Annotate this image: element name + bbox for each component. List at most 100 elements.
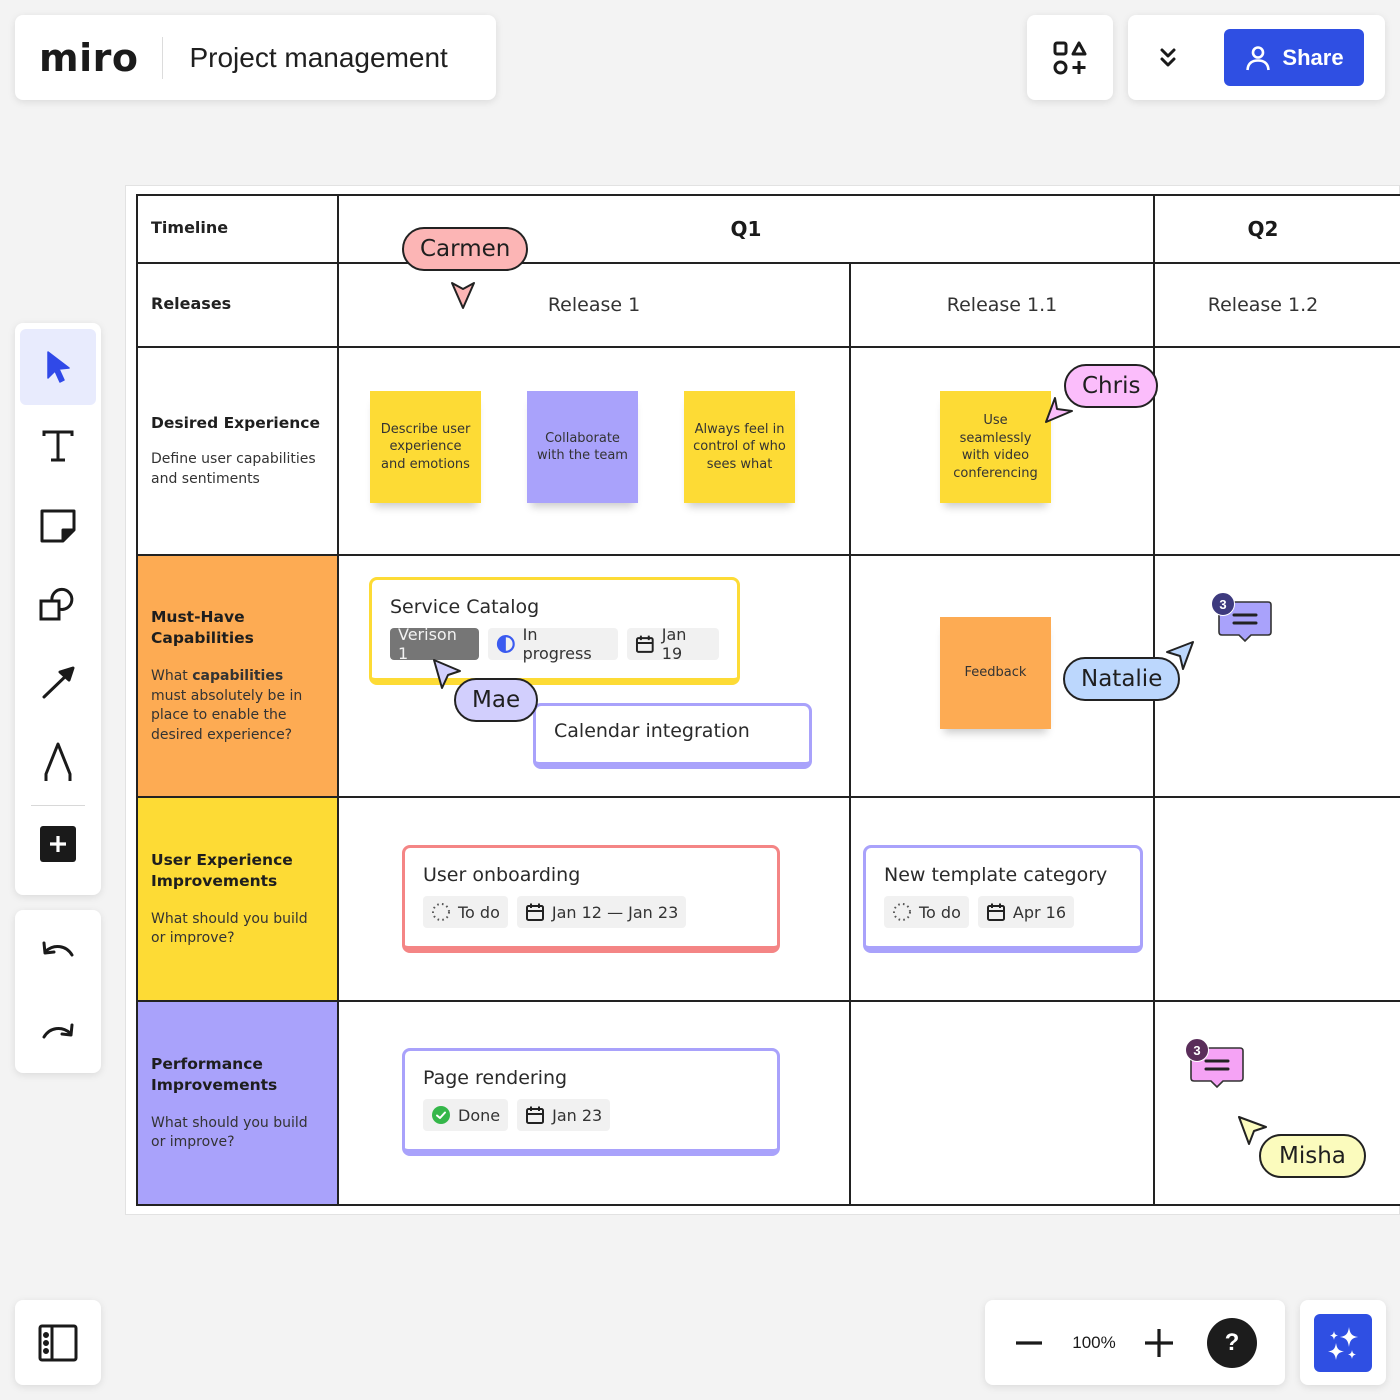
release-cell: Release 1 [337, 262, 851, 348]
help-button[interactable]: ? [1207, 1317, 1257, 1368]
comment-thread[interactable]: 3 [1182, 1038, 1246, 1096]
quarter-label: Q1 [730, 217, 762, 241]
undo-icon [42, 941, 74, 957]
cursor-icon [47, 351, 70, 383]
zoom-out-button[interactable] [1009, 1323, 1049, 1363]
row-title: User Experience Improvements [151, 850, 293, 890]
calendar-icon [636, 635, 654, 653]
collapse-toolbar-button[interactable] [1128, 15, 1208, 100]
card-service-catalog[interactable]: Service Catalog Verison 1 In progress Ja… [369, 577, 740, 685]
card-user-onboarding[interactable]: User onboarding To do Jan 12 — Jan 23 [402, 845, 780, 953]
ai-assistant-button[interactable] [1314, 1313, 1372, 1372]
release-label: Release 1.2 [1207, 294, 1319, 316]
zoom-controls: 100% ? [985, 1300, 1285, 1385]
todo-icon [893, 903, 911, 921]
status-label: In progress [522, 625, 592, 663]
row-header-must-have: Must-Have Capabilities What capabilities… [136, 554, 339, 798]
card-page-rendering[interactable]: Page rendering Done Jan 23 [402, 1048, 780, 1156]
board-title[interactable]: Project management [189, 42, 447, 74]
tool-arrow[interactable] [20, 645, 96, 721]
date-tag[interactable]: Jan 12 — Jan 23 [516, 896, 687, 928]
sticky-note[interactable]: Feedback [940, 617, 1051, 729]
in-progress-icon [496, 635, 515, 653]
redo-icon [42, 1023, 74, 1039]
miro-logo[interactable]: miro [39, 36, 138, 80]
date-tag[interactable]: Apr 16 [977, 896, 1074, 928]
zoom-in-button[interactable] [1139, 1323, 1179, 1363]
share-button[interactable]: Share [1224, 29, 1364, 86]
sticky-note[interactable]: Describe user experience and emotions [370, 391, 481, 503]
templates-button[interactable] [1027, 15, 1113, 100]
tool-more[interactable] [20, 814, 96, 874]
row-header-performance: Performance Improvements What should you… [136, 1000, 339, 1206]
comment-thread[interactable]: 3 [1210, 592, 1274, 650]
release-label: Release 1 [547, 294, 641, 316]
q2-header-cell: Q2 [1153, 194, 1400, 264]
row-header-desired-experience: Desired Experience Define user capabilit… [136, 346, 339, 556]
sticky-note-icon [40, 509, 76, 543]
date-label: Apr 16 [1012, 902, 1066, 922]
title-divider [162, 36, 164, 79]
board-title-panel: miro Project management [15, 15, 496, 100]
row-description: What should you build or improve? [151, 1114, 308, 1151]
row-description: Define user capabilities and sentiments [151, 451, 316, 487]
row-description: What should you build or improve? [151, 910, 308, 947]
double-chevron-down-icon [1160, 48, 1176, 66]
card-calendar-integration[interactable]: Calendar integration [533, 703, 812, 769]
grid-cell [1153, 796, 1400, 1002]
status-tag[interactable]: Done [423, 1099, 509, 1131]
grid-cell [1153, 554, 1400, 798]
undo-button[interactable] [20, 911, 96, 987]
comment-count-badge: 3 [1211, 592, 1235, 616]
calendar-icon [526, 1106, 545, 1124]
date-label: Jan 12 — Jan 23 [551, 902, 679, 922]
calendar-icon [986, 903, 1005, 921]
zoom-level[interactable]: 100% [1049, 1333, 1139, 1353]
sticky-note[interactable]: Always feel in control of who sees what [684, 391, 795, 503]
row-title: Desired Experience [151, 414, 320, 432]
comment-count-badge: 3 [1185, 1038, 1209, 1062]
release-cell: Release 1.2 [1153, 262, 1400, 348]
card-title: Calendar integration [554, 720, 750, 742]
minus-icon [1016, 1340, 1042, 1345]
release-cell: Release 1.1 [849, 262, 1155, 348]
toolbar-separator [31, 805, 85, 806]
collaborator-cursor-icon [1045, 397, 1073, 423]
card-title: Service Catalog [390, 596, 540, 618]
status-tag[interactable]: To do [423, 896, 508, 928]
sidebar-icon [38, 1324, 78, 1361]
tool-select[interactable] [20, 329, 96, 405]
date-tag[interactable]: Jan 23 [517, 1099, 611, 1131]
row-header-ux-improvements: User Experience Improvements What should… [136, 796, 339, 1002]
redo-button[interactable] [20, 993, 96, 1069]
tool-shapes[interactable] [20, 566, 96, 642]
sticky-note[interactable]: Collaborate with the team [527, 391, 638, 503]
quarter-label: Q2 [1247, 217, 1279, 241]
sparkles-icon [1328, 1326, 1358, 1360]
sticky-note[interactable]: Use seamlessly with video conferencing [940, 391, 1051, 503]
date-label: Jan 23 [552, 1105, 603, 1125]
version-tag[interactable]: Verison 1 [390, 625, 479, 663]
tool-sticky-note[interactable] [20, 487, 96, 563]
sidebar-toggle-button[interactable] [15, 1300, 101, 1385]
collaborator-name-carmen: Carmen [402, 227, 529, 271]
date-tag[interactable]: Jan 19 [627, 625, 719, 663]
tool-text[interactable] [20, 408, 96, 484]
status-tag[interactable]: In progress [487, 625, 619, 663]
pen-icon [44, 742, 72, 781]
status-tag[interactable]: To do [884, 896, 969, 928]
card-title: New template category [884, 864, 1108, 886]
status-label: Done [458, 1105, 501, 1125]
shapes-icon [39, 587, 74, 621]
collaborator-cursor-icon [451, 282, 475, 309]
shapes-plus-icon [1053, 41, 1087, 74]
row-description: What capabilities must absolutely be in … [151, 668, 303, 743]
release-label: Release 1.1 [946, 294, 1058, 316]
collaborator-name-mae: Mae [454, 678, 539, 722]
row-title: Must-Have Capabilities [151, 608, 254, 647]
collaborator-name-misha: Misha [1259, 1134, 1366, 1178]
done-check-icon [432, 1106, 450, 1124]
tool-pen[interactable] [20, 724, 96, 800]
card-new-template-category[interactable]: New template category To do Apr 16 [863, 845, 1143, 953]
releases-header-cell: Releases [136, 262, 339, 348]
